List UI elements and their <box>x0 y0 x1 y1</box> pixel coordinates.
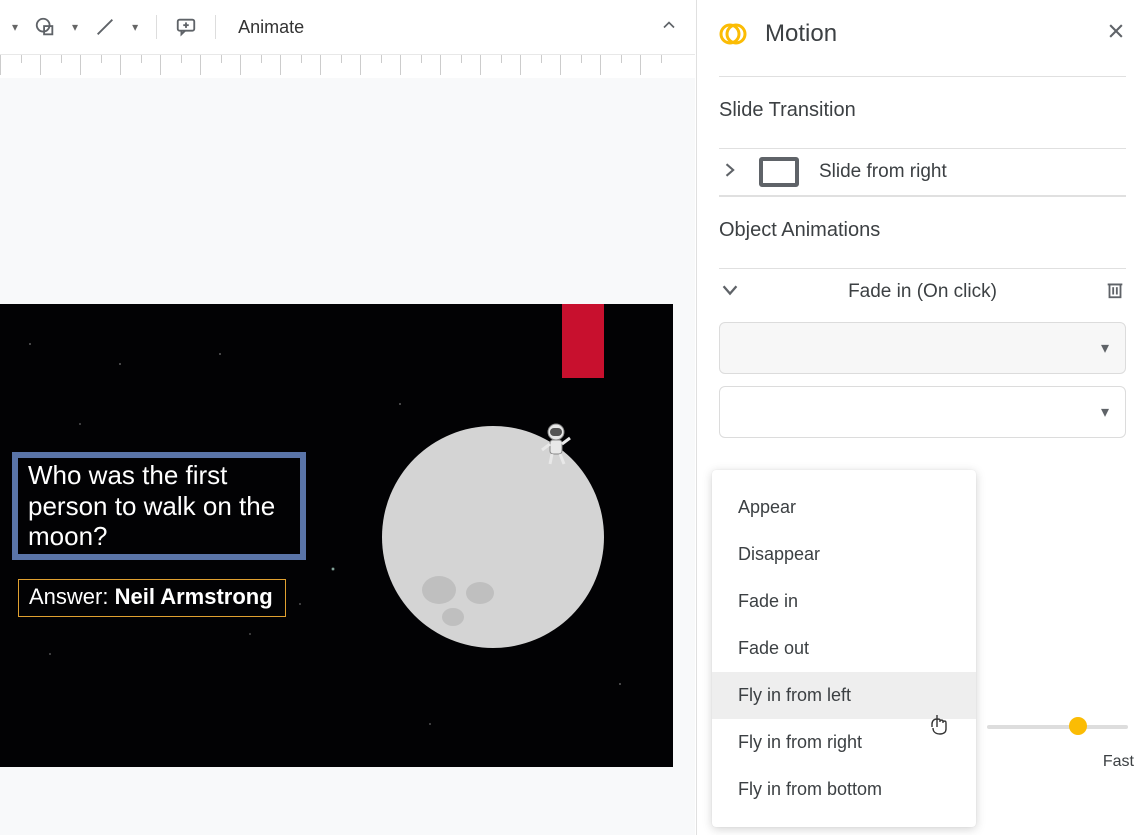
slide-thumb-icon <box>759 157 799 187</box>
shape-tool[interactable] <box>30 16 60 38</box>
line-tool[interactable] <box>90 16 120 38</box>
slider-fast-label: Fast <box>1103 753 1134 771</box>
close-panel-button[interactable] <box>1106 21 1126 47</box>
line-dropdown-arrow[interactable]: ▾ <box>128 20 142 34</box>
dropdown-option-fade-in[interactable]: Fade in <box>712 578 976 625</box>
motion-icon <box>719 20 747 48</box>
dropdown-arrow-icon: ▾ <box>1101 402 1109 422</box>
dropdown-option-disappear[interactable]: Disappear <box>712 531 976 578</box>
panel-header: Motion <box>719 20 1126 48</box>
dropdown-option-fade-out[interactable]: Fade out <box>712 625 976 672</box>
moon-crater <box>422 576 456 604</box>
dropdown-option-fly-in-bottom[interactable]: Fly in from bottom <box>712 766 976 813</box>
slide-transition-section: Slide Transition <box>719 76 1126 146</box>
toolbar-separator <box>156 15 157 39</box>
moon-crater <box>466 582 494 604</box>
dropdown-option-fly-in-left[interactable]: Fly in from left <box>712 672 976 719</box>
expand-transition-icon[interactable] <box>719 160 739 185</box>
answer-value: Neil Armstrong <box>115 584 273 609</box>
slide-canvas[interactable]: Who was the first person to walk on the … <box>0 78 695 835</box>
animation-trigger-select[interactable]: ▾ <box>719 386 1126 438</box>
object-animations-heading: Object Animations <box>719 219 1126 242</box>
object-animations-section: Object Animations <box>719 196 1126 266</box>
red-rectangle-shape[interactable] <box>562 304 604 378</box>
transition-row[interactable]: Slide from right <box>719 148 1126 196</box>
toolbar-dropdown-arrow-1[interactable]: ▾ <box>8 20 22 34</box>
speed-slider[interactable]: Fast <box>987 725 1128 729</box>
dropdown-option-fly-in-right[interactable]: Fly in from right <box>712 719 976 766</box>
answer-text-box[interactable]: Answer: Neil Armstrong <box>18 579 286 617</box>
panel-title: Motion <box>765 20 1088 48</box>
answer-prefix: Answer: <box>29 584 115 609</box>
delete-animation-button[interactable] <box>1104 277 1126 306</box>
collapse-toolbar-caret[interactable] <box>659 15 679 40</box>
transition-name: Slide from right <box>819 161 947 183</box>
question-text-box[interactable]: Who was the first person to walk on the … <box>12 452 306 560</box>
comment-tool[interactable] <box>171 16 201 38</box>
toolbar-separator <box>215 15 216 39</box>
collapse-animation-icon[interactable] <box>719 278 741 305</box>
moon-crater <box>442 608 464 626</box>
slide[interactable]: Who was the first person to walk on the … <box>0 304 673 767</box>
astronaut-image[interactable] <box>538 422 574 471</box>
question-text: Who was the first person to walk on the … <box>28 460 290 552</box>
motion-panel: Motion Slide Transition Slide from right… <box>696 0 1148 835</box>
animate-menu[interactable]: Animate <box>238 17 304 38</box>
answer-text: Answer: Neil Armstrong <box>29 584 273 609</box>
shape-dropdown-arrow[interactable]: ▾ <box>68 20 82 34</box>
slider-thumb[interactable] <box>1069 717 1087 735</box>
animation-row[interactable]: Fade in (On click) <box>719 268 1126 314</box>
dropdown-option-appear[interactable]: Appear <box>712 484 976 531</box>
dropdown-arrow-icon: ▾ <box>1101 338 1109 358</box>
ruler <box>0 55 695 75</box>
animation-type-dropdown: Appear Disappear Fade in Fade out Fly in… <box>712 470 976 827</box>
slide-transition-heading: Slide Transition <box>719 99 1126 122</box>
animation-name: Fade in (On click) <box>761 281 1084 303</box>
animation-type-select[interactable]: ▾ <box>719 322 1126 374</box>
toolbar: ▾ ▾ ▾ Animate <box>0 0 695 55</box>
